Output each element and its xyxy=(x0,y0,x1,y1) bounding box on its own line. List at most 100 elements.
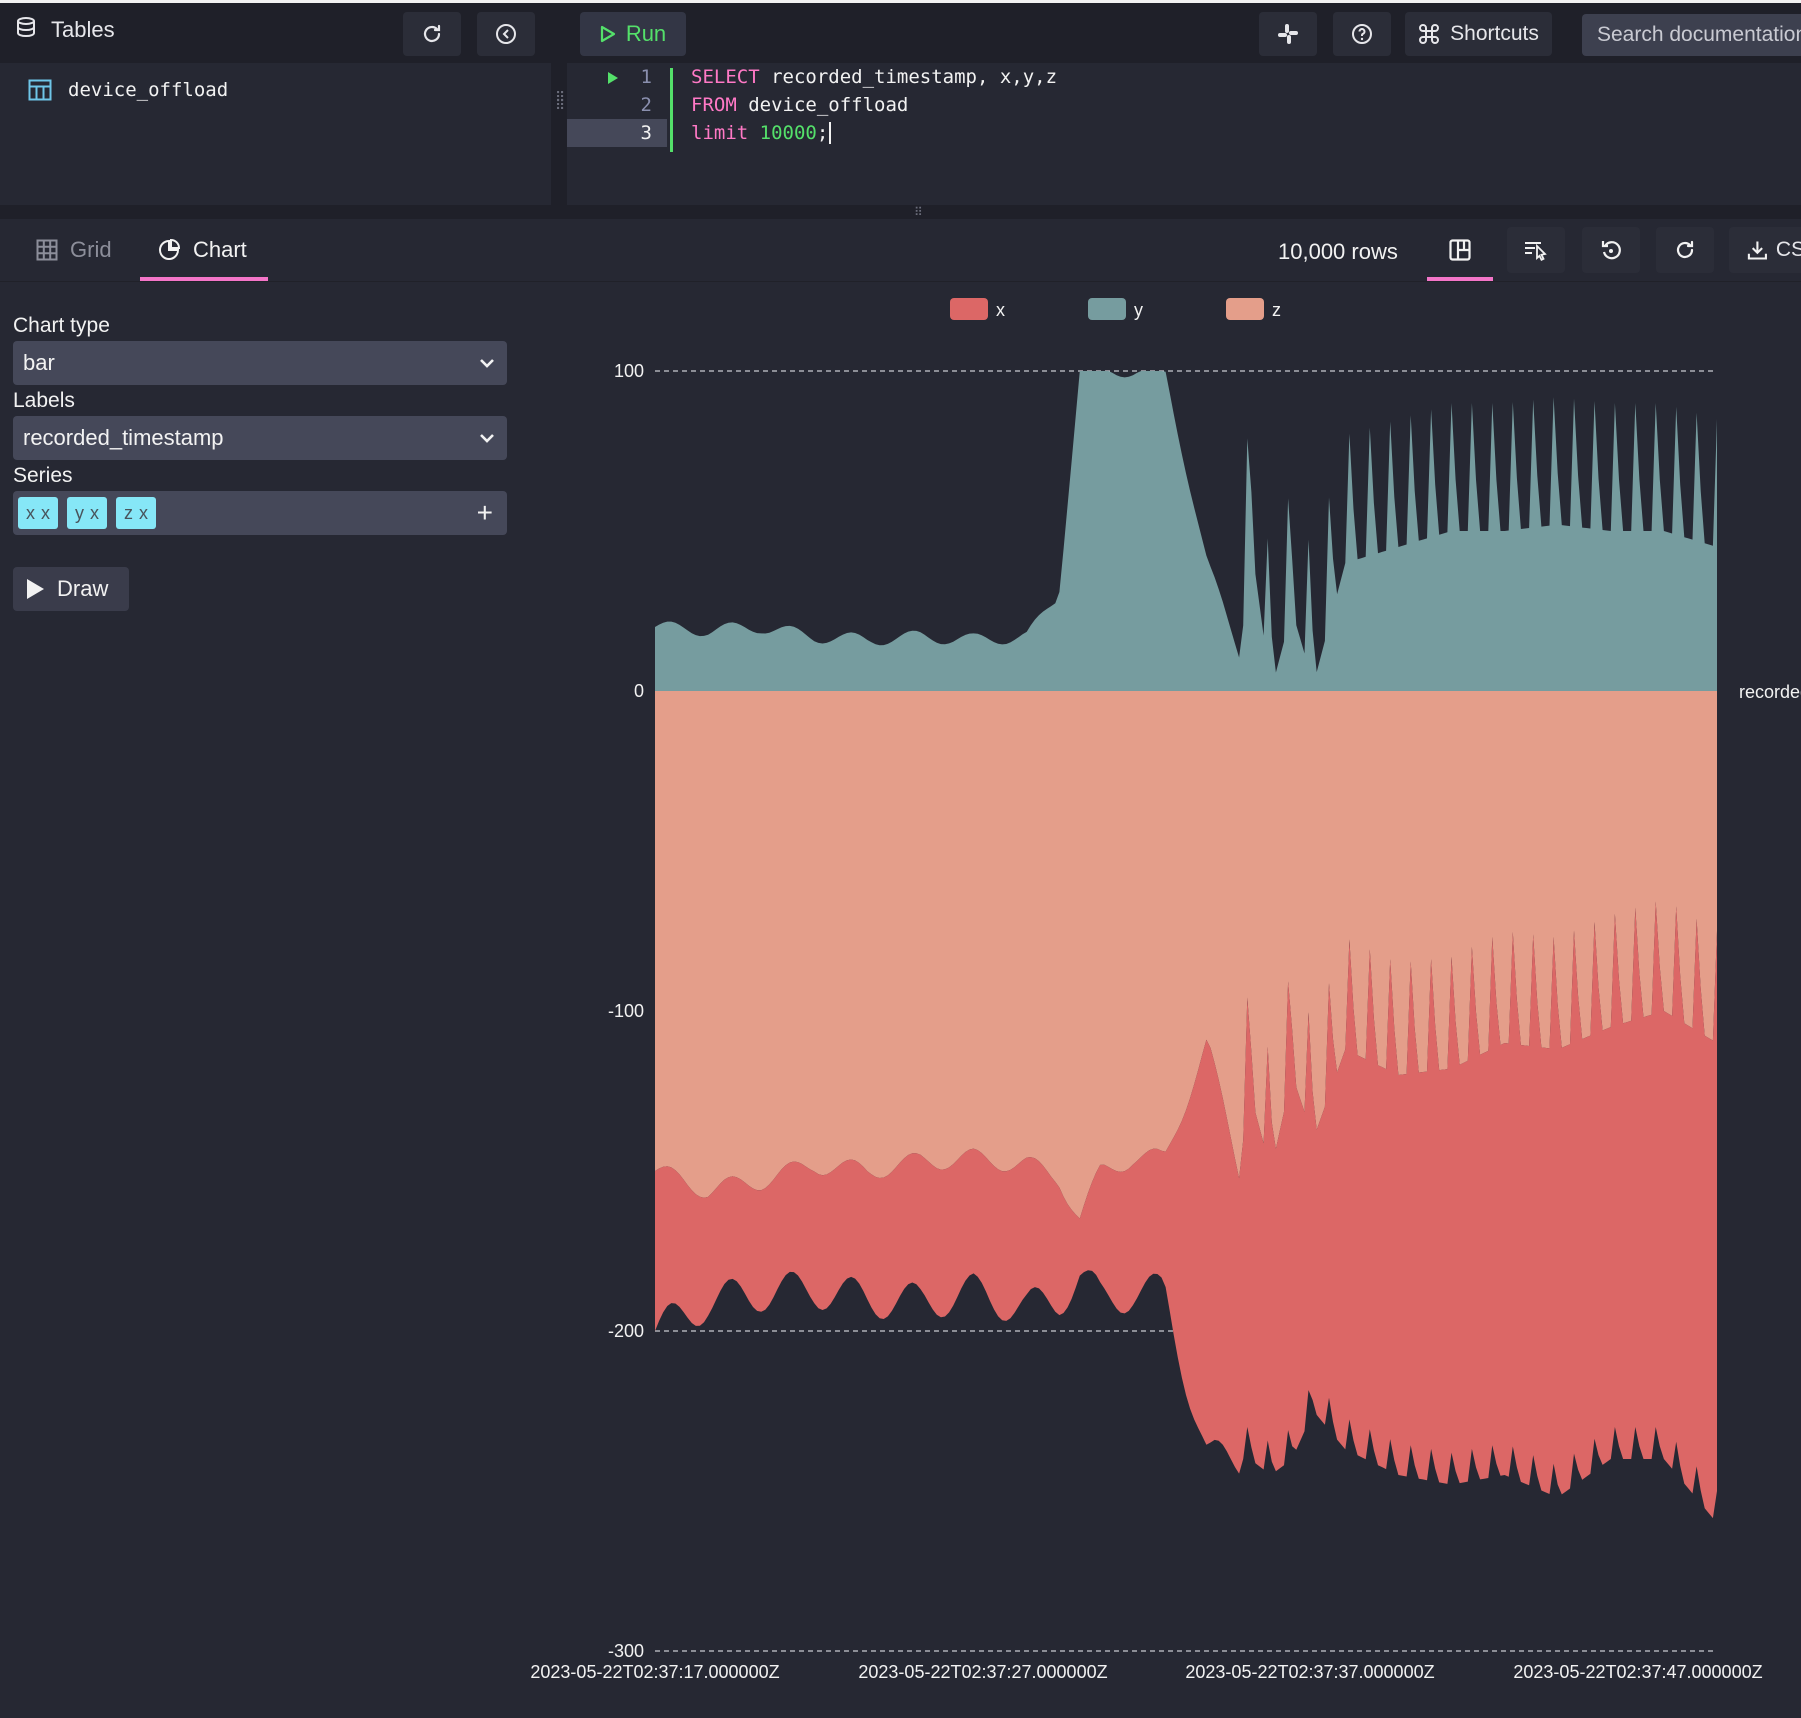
legend-label-y: y xyxy=(1134,300,1143,320)
code-line: 1 SELECT recorded_timestamp, x,y,z xyxy=(567,63,1801,91)
series-select[interactable]: xx yx zx + xyxy=(13,491,507,535)
chart-type-select[interactable]: bar xyxy=(13,341,507,385)
freeze-column-button[interactable] xyxy=(1507,227,1565,273)
chip-remove-icon[interactable]: x xyxy=(41,503,50,524)
layout-toggle-button[interactable] xyxy=(1431,227,1489,273)
help-button[interactable] xyxy=(1333,12,1391,56)
results-toolbar: Grid Chart 10,000 rows CSV xyxy=(0,219,1801,282)
database-icon xyxy=(15,16,37,44)
chart-legend[interactable]: x y z xyxy=(950,298,1281,320)
sql-editor[interactable]: 1 SELECT recorded_timestamp, x,y,z 2 FRO… xyxy=(567,63,1801,205)
tables-header: Tables xyxy=(15,16,115,44)
chip-remove-icon[interactable]: x xyxy=(90,503,99,524)
y-tick-label: 100 xyxy=(614,361,644,381)
active-tab-indicator xyxy=(140,277,268,281)
chart-series xyxy=(655,371,1717,1519)
draw-label: Draw xyxy=(57,576,109,601)
slack-button[interactable] xyxy=(1259,12,1317,56)
help-icon xyxy=(1352,24,1372,44)
labels-value: recorded_timestamp xyxy=(23,425,224,450)
run-query-button[interactable]: Run xyxy=(580,12,686,56)
labels-label: Labels xyxy=(13,389,75,412)
x-tick-label: 2023-05-22T02:37:47.000000Z xyxy=(1513,1662,1762,1682)
arrow-left-circle-icon xyxy=(496,24,516,44)
grid-icon xyxy=(36,239,58,261)
chart-settings-panel: Chart type bar Labels recorded_timestamp… xyxy=(0,282,520,1718)
series-chip-z[interactable]: zx xyxy=(116,497,156,529)
x-tick-label: 2023-05-22T02:37:27.000000Z xyxy=(858,1662,1107,1682)
x-tick-label: 2023-05-22T02:37:37.000000Z xyxy=(1185,1662,1434,1682)
x-tick-label: 2023-05-22T02:37:17.000000Z xyxy=(530,1662,779,1682)
line-number: 2 xyxy=(640,94,652,116)
sql-text: ; xyxy=(816,121,829,144)
sql-text: recorded_timestamp, x,y,z xyxy=(759,66,1058,88)
chip-remove-icon[interactable]: x xyxy=(139,503,148,524)
chip-label: x xyxy=(26,502,35,523)
row-count: 10,000 rows xyxy=(1278,239,1398,264)
y-axis: 100 0 -100 -200 -300 xyxy=(608,361,644,1661)
shortcuts-label: Shortcuts xyxy=(1450,22,1539,45)
add-series-icon[interactable]: + xyxy=(477,497,493,529)
chevron-down-icon xyxy=(480,434,494,443)
chip-label: y xyxy=(75,502,84,523)
legend-swatch-y[interactable] xyxy=(1088,298,1126,320)
legend-swatch-z[interactable] xyxy=(1226,298,1264,320)
chip-label: z xyxy=(124,502,133,523)
download-icon xyxy=(1747,241,1767,260)
table-name: device_offload xyxy=(68,79,229,101)
drag-handle-icon: ⠿ ⠿ xyxy=(555,89,566,113)
table-item-device-offload[interactable]: device_offload xyxy=(28,79,228,101)
sql-number: 10000 xyxy=(759,121,817,144)
sql-keyword: SELECT xyxy=(691,66,760,88)
run-label: Run xyxy=(625,21,667,46)
labels-select[interactable]: recorded_timestamp xyxy=(13,416,507,460)
refresh-icon xyxy=(423,24,441,43)
active-view-indicator xyxy=(1427,277,1493,281)
vertical-splitter[interactable]: ⠿ ⠿ xyxy=(551,63,567,205)
sql-keyword: limit xyxy=(691,121,749,144)
stacked-bar-chart: x y z 100 0 -100 -200 -300 2023-05-22T02:37:17… xyxy=(530,298,1801,1682)
y-tick-label: -300 xyxy=(608,1641,644,1661)
refresh-results-button[interactable] xyxy=(1656,227,1714,273)
tab-grid[interactable]: Grid xyxy=(36,219,112,281)
sql-text: device_offload xyxy=(736,94,909,116)
x-axis-label: recorded_timestamp xyxy=(1739,682,1801,703)
draw-button[interactable]: Draw xyxy=(13,567,129,611)
drag-handle-icon: ⠿ xyxy=(914,205,924,219)
reset-icon xyxy=(1601,241,1621,260)
pie-chart-icon xyxy=(159,238,181,260)
refresh-icon xyxy=(1676,240,1694,259)
legend-label-z: z xyxy=(1272,300,1281,320)
search-documentation-input[interactable] xyxy=(1582,14,1801,56)
y-tick-label: -100 xyxy=(608,1001,644,1021)
series-chip-y[interactable]: yx xyxy=(67,497,107,529)
refresh-tables-button[interactable] xyxy=(403,12,461,56)
chart-type-label: Chart type xyxy=(13,314,110,337)
line-number: 3 xyxy=(640,122,652,144)
csv-label: CSV xyxy=(1775,238,1801,261)
line-number: 1 xyxy=(640,66,652,88)
tab-chart[interactable]: Chart xyxy=(157,219,247,281)
reset-layout-button[interactable] xyxy=(1582,227,1640,273)
tab-grid-label: Grid xyxy=(70,237,112,262)
series-label: Series xyxy=(13,464,73,487)
slack-icon xyxy=(1278,24,1298,44)
tab-chart-label: Chart xyxy=(193,237,247,262)
chart-type-value: bar xyxy=(23,350,55,375)
legend-label-x: x xyxy=(996,300,1005,320)
download-csv-button[interactable]: CSV xyxy=(1729,227,1801,273)
tables-panel: device_offload xyxy=(0,63,551,205)
collapse-panel-button[interactable] xyxy=(477,12,535,56)
shortcuts-button[interactable]: Shortcuts xyxy=(1405,12,1552,56)
play-icon xyxy=(600,25,615,43)
horizontal-splitter[interactable]: ⠿ xyxy=(0,205,1801,219)
y-tick-label: 0 xyxy=(634,681,644,701)
series-chip-x[interactable]: xx xyxy=(18,497,58,529)
y-tick-label: -200 xyxy=(608,1321,644,1341)
code-line-active: 3 limit 10000; xyxy=(567,119,1801,147)
sql-keyword: FROM xyxy=(691,94,737,116)
command-icon xyxy=(1419,24,1440,44)
layout-icon xyxy=(1449,239,1471,261)
series-chips: xx yx zx xyxy=(18,497,165,529)
legend-swatch-x[interactable] xyxy=(950,298,988,320)
